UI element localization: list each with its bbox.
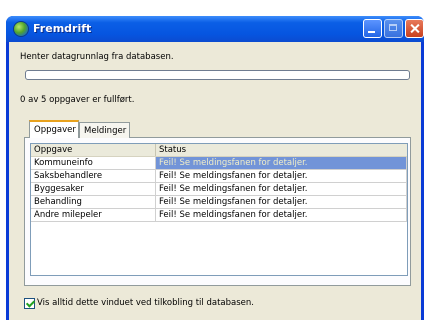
status-message: Henter datagrunnlag fra databasen. — [20, 52, 174, 62]
column-header-status[interactable]: Status — [156, 144, 407, 156]
task-name-cell: Byggesaker — [31, 183, 156, 196]
task-count-text: 0 av 5 oppgaver er fullført. — [20, 95, 135, 105]
tab-oppgaver[interactable]: Oppgaver — [29, 120, 79, 138]
table-row[interactable]: Andre milepeler Feil! Se meldingsfanen f… — [31, 209, 407, 222]
task-name-cell: Behandling — [31, 196, 156, 209]
task-name-cell: Kommuneinfo — [31, 157, 156, 170]
task-status-cell: Feil! Se meldingsfanen for detaljer. — [156, 209, 407, 222]
auto-show-checkbox[interactable] — [24, 298, 35, 309]
table-row[interactable]: Kommuneinfo Feil! Se meldingsfanen for d… — [31, 157, 407, 170]
tab-meldinger[interactable]: Meldinger — [79, 122, 130, 138]
close-icon[interactable] — [405, 19, 424, 38]
auto-show-label[interactable]: Vis alltid dette vinduet ved tilkobling … — [37, 298, 254, 308]
column-header-oppgave[interactable]: Oppgave — [31, 144, 156, 156]
table-row[interactable]: Behandling Feil! Se meldingsfanen for de… — [31, 196, 407, 209]
maximize-icon — [384, 19, 403, 38]
task-name-cell: Andre milepeler — [31, 209, 156, 222]
task-name-cell: Saksbehandlere — [31, 170, 156, 183]
table-row[interactable]: Saksbehandlere Feil! Se meldingsfanen fo… — [31, 170, 407, 183]
task-status-cell: Feil! Se meldingsfanen for detaljer. — [156, 170, 407, 183]
title-bar[interactable]: Fremdrift — [6, 16, 424, 42]
progress-bar — [25, 70, 410, 80]
window-title: Fremdrift — [33, 22, 92, 35]
task-status-cell: Feil! Se meldingsfanen for detaljer. — [156, 183, 407, 196]
task-status-cell: Feil! Se meldingsfanen for detaljer. — [156, 196, 407, 209]
table-header: Oppgave Status — [31, 144, 407, 157]
minimize-icon[interactable] — [363, 19, 382, 38]
globe-icon — [13, 21, 29, 37]
task-status-cell: Feil! Se meldingsfanen for detaljer. — [156, 157, 407, 170]
table-row[interactable]: Byggesaker Feil! Se meldingsfanen for de… — [31, 183, 407, 196]
task-table: Oppgave Status Kommuneinfo Feil! Se meld… — [30, 143, 408, 276]
